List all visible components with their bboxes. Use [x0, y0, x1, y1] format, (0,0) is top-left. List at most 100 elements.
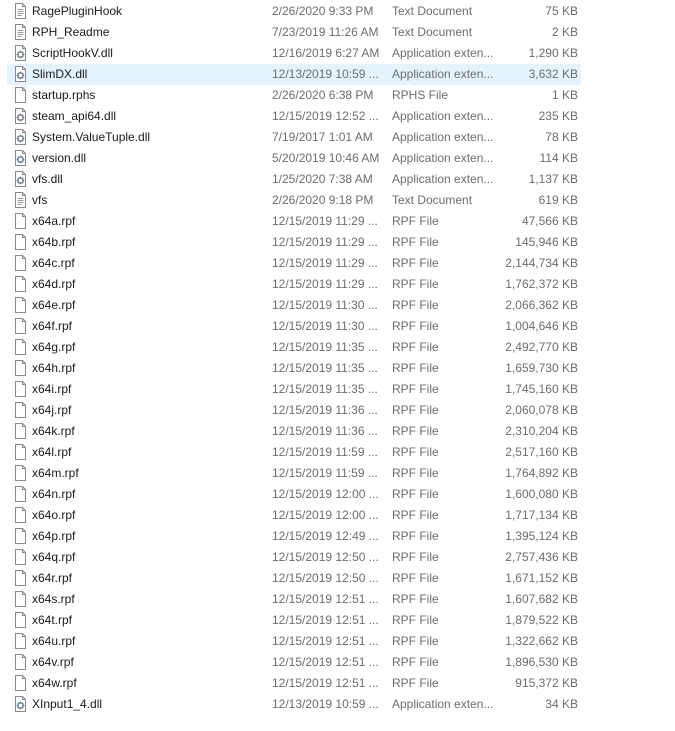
file-row[interactable]: x64h.rpf 12/15/2019 11:35 ... RPF File 1,65… [0, 358, 675, 379]
blank-file-icon [12, 486, 28, 502]
file-size: 1,600,080 KB [505, 487, 578, 501]
file-type: Application exten... [392, 151, 494, 165]
file-row[interactable]: RPH_Readme 7/23/2019 11:26 AM Text Documen… [0, 22, 675, 43]
text-file-icon [12, 192, 28, 208]
file-row[interactable]: x64l.rpf 12/15/2019 11:59 ... RPF File 2,51… [0, 442, 675, 463]
file-row[interactable]: x64k.rpf 12/15/2019 11:36 ... RPF File 2,31… [0, 421, 675, 442]
file-type: RPF File [392, 487, 439, 501]
file-name: x64o.rpf [32, 508, 76, 522]
file-type: Application exten... [392, 697, 494, 711]
file-row[interactable]: x64i.rpf 12/15/2019 11:35 ... RPF File 1,74… [0, 379, 675, 400]
file-date-modified: 12/13/2019 10:59 ... [272, 697, 379, 711]
text-file-icon [12, 3, 28, 19]
file-name: x64s.rpf [32, 592, 75, 606]
dll-file-icon [12, 66, 28, 82]
file-type: RPF File [392, 676, 439, 690]
file-size: 1,322,662 KB [505, 634, 578, 648]
file-row[interactable]: x64t.rpf 12/15/2019 12:51 ... RPF File 1,87… [0, 610, 675, 631]
file-row[interactable]: ScriptHookV.dll 12/16/2019 6:27 AM Applica… [0, 43, 675, 64]
file-name: x64r.rpf [32, 571, 73, 585]
file-name: startup.rphs [32, 88, 96, 102]
file-row[interactable]: vfs.dll 1/25/2020 7:38 AM Application exte… [0, 169, 675, 190]
file-row[interactable]: RagePluginHook 2/26/2020 9:33 PM Text Docu… [0, 1, 675, 22]
file-size: 2,757,436 KB [505, 550, 578, 564]
file-type: RPF File [392, 445, 439, 459]
dll-file-icon [12, 129, 28, 145]
file-type: RPF File [392, 382, 439, 396]
file-list[interactable]: RagePluginHook 2/26/2020 9:33 PM Text Docu… [0, 1, 675, 715]
file-name: x64t.rpf [32, 613, 73, 627]
file-date-modified: 12/15/2019 11:35 ... [272, 340, 378, 354]
file-row[interactable]: x64s.rpf 12/15/2019 12:51 ... RPF File 1,60… [0, 589, 675, 610]
file-type: RPF File [392, 298, 439, 312]
blank-file-icon [12, 276, 28, 292]
file-row[interactable]: SlimDX.dll 12/13/2019 10:59 ... Applicatio… [0, 64, 675, 85]
file-row[interactable]: x64p.rpf 12/15/2019 12:49 ... RPF File 1,39… [0, 526, 675, 547]
file-date-modified: 12/15/2019 11:59 ... [272, 466, 378, 480]
file-size: 1,137 KB [528, 172, 578, 186]
file-type: RPF File [392, 550, 439, 564]
file-row[interactable]: x64j.rpf 12/15/2019 11:36 ... RPF File 2,06… [0, 400, 675, 421]
blank-file-icon [12, 654, 28, 670]
file-row[interactable]: x64r.rpf 12/15/2019 12:50 ... RPF File 1,67… [0, 568, 675, 589]
blank-file-icon [12, 213, 28, 229]
file-date-modified: 12/15/2019 11:30 ... [272, 319, 378, 333]
blank-file-icon [12, 297, 28, 313]
file-date-modified: 12/15/2019 11:29 ... [272, 235, 378, 249]
file-type: RPF File [392, 340, 439, 354]
blank-file-icon [12, 612, 28, 628]
file-size: 1,896,530 KB [505, 655, 578, 669]
blank-file-icon [12, 507, 28, 523]
file-name: x64m.rpf [32, 466, 79, 480]
file-name: x64q.rpf [32, 550, 76, 564]
file-type: RPF File [392, 256, 439, 270]
file-size: 1 KB [551, 88, 578, 102]
file-type: RPF File [392, 634, 439, 648]
file-row[interactable]: vfs 2/26/2020 9:18 PM Text Document 619 KB [0, 190, 675, 211]
file-type: Application exten... [392, 130, 494, 144]
file-row[interactable]: x64b.rpf 12/15/2019 11:29 ... RPF File 145,… [0, 232, 675, 253]
file-row[interactable]: System.ValueTuple.dll 7/19/2017 1:01 AM Ap… [0, 127, 675, 148]
file-size: 619 KB [538, 193, 578, 207]
file-date-modified: 12/15/2019 11:29 ... [272, 214, 378, 228]
file-type: RPF File [392, 403, 439, 417]
file-name: x64h.rpf [32, 361, 76, 375]
file-name: steam_api64.dll [32, 109, 117, 123]
file-size: 2,517,160 KB [505, 445, 578, 459]
file-row[interactable]: x64d.rpf 12/15/2019 11:29 ... RPF File 1,76… [0, 274, 675, 295]
file-type: RPF File [392, 529, 439, 543]
dll-file-icon [12, 696, 28, 712]
file-name: x64f.rpf [32, 319, 73, 333]
file-name: x64e.rpf [32, 298, 76, 312]
file-name: x64c.rpf [32, 256, 75, 270]
file-date-modified: 12/15/2019 12:50 ... [272, 550, 379, 564]
file-row[interactable]: x64o.rpf 12/15/2019 12:00 ... RPF File 1,71… [0, 505, 675, 526]
file-row[interactable]: x64v.rpf 12/15/2019 12:51 ... RPF File 1,89… [0, 652, 675, 673]
blank-file-icon [12, 570, 28, 586]
file-date-modified: 7/19/2017 1:01 AM [272, 130, 373, 144]
file-size: 1,659,730 KB [505, 361, 578, 375]
file-row[interactable]: x64g.rpf 12/15/2019 11:35 ... RPF File 2,49… [0, 337, 675, 358]
file-row[interactable]: steam_api64.dll 12/15/2019 12:52 ... Appli… [0, 106, 675, 127]
file-type: Application exten... [392, 46, 494, 60]
file-size: 145,946 KB [515, 235, 578, 249]
file-name: RPH_Readme [32, 25, 110, 39]
file-row[interactable]: x64u.rpf 12/15/2019 12:51 ... RPF File 1,32… [0, 631, 675, 652]
file-row[interactable]: startup.rphs 2/26/2020 6:38 PM RPHS File 1 … [0, 85, 675, 106]
file-row[interactable]: x64e.rpf 12/15/2019 11:30 ... RPF File 2,06… [0, 295, 675, 316]
file-size: 47,566 KB [521, 214, 578, 228]
file-row[interactable]: x64w.rpf 12/15/2019 12:51 ... RPF File 915,… [0, 673, 675, 694]
file-row[interactable]: x64q.rpf 12/15/2019 12:50 ... RPF File 2,75… [0, 547, 675, 568]
file-row[interactable]: x64a.rpf 12/15/2019 11:29 ... RPF File 47,5… [0, 211, 675, 232]
file-size: 1,764,892 KB [505, 466, 578, 480]
file-date-modified: 12/15/2019 11:29 ... [272, 256, 378, 270]
file-row[interactable]: version.dll 5/20/2019 10:46 AM Application… [0, 148, 675, 169]
file-row[interactable]: x64n.rpf 12/15/2019 12:00 ... RPF File 1,60… [0, 484, 675, 505]
file-row[interactable]: x64m.rpf 12/15/2019 11:59 ... RPF File 1,76… [0, 463, 675, 484]
file-row[interactable]: XInput1_4.dll 12/13/2019 10:59 ... Applica… [0, 694, 675, 715]
file-row[interactable]: x64f.rpf 12/15/2019 11:30 ... RPF File 1,00… [0, 316, 675, 337]
file-type: RPF File [392, 508, 439, 522]
file-name: System.ValueTuple.dll [32, 130, 151, 144]
file-date-modified: 12/15/2019 12:51 ... [272, 676, 379, 690]
file-row[interactable]: x64c.rpf 12/15/2019 11:29 ... RPF File 2,14… [0, 253, 675, 274]
